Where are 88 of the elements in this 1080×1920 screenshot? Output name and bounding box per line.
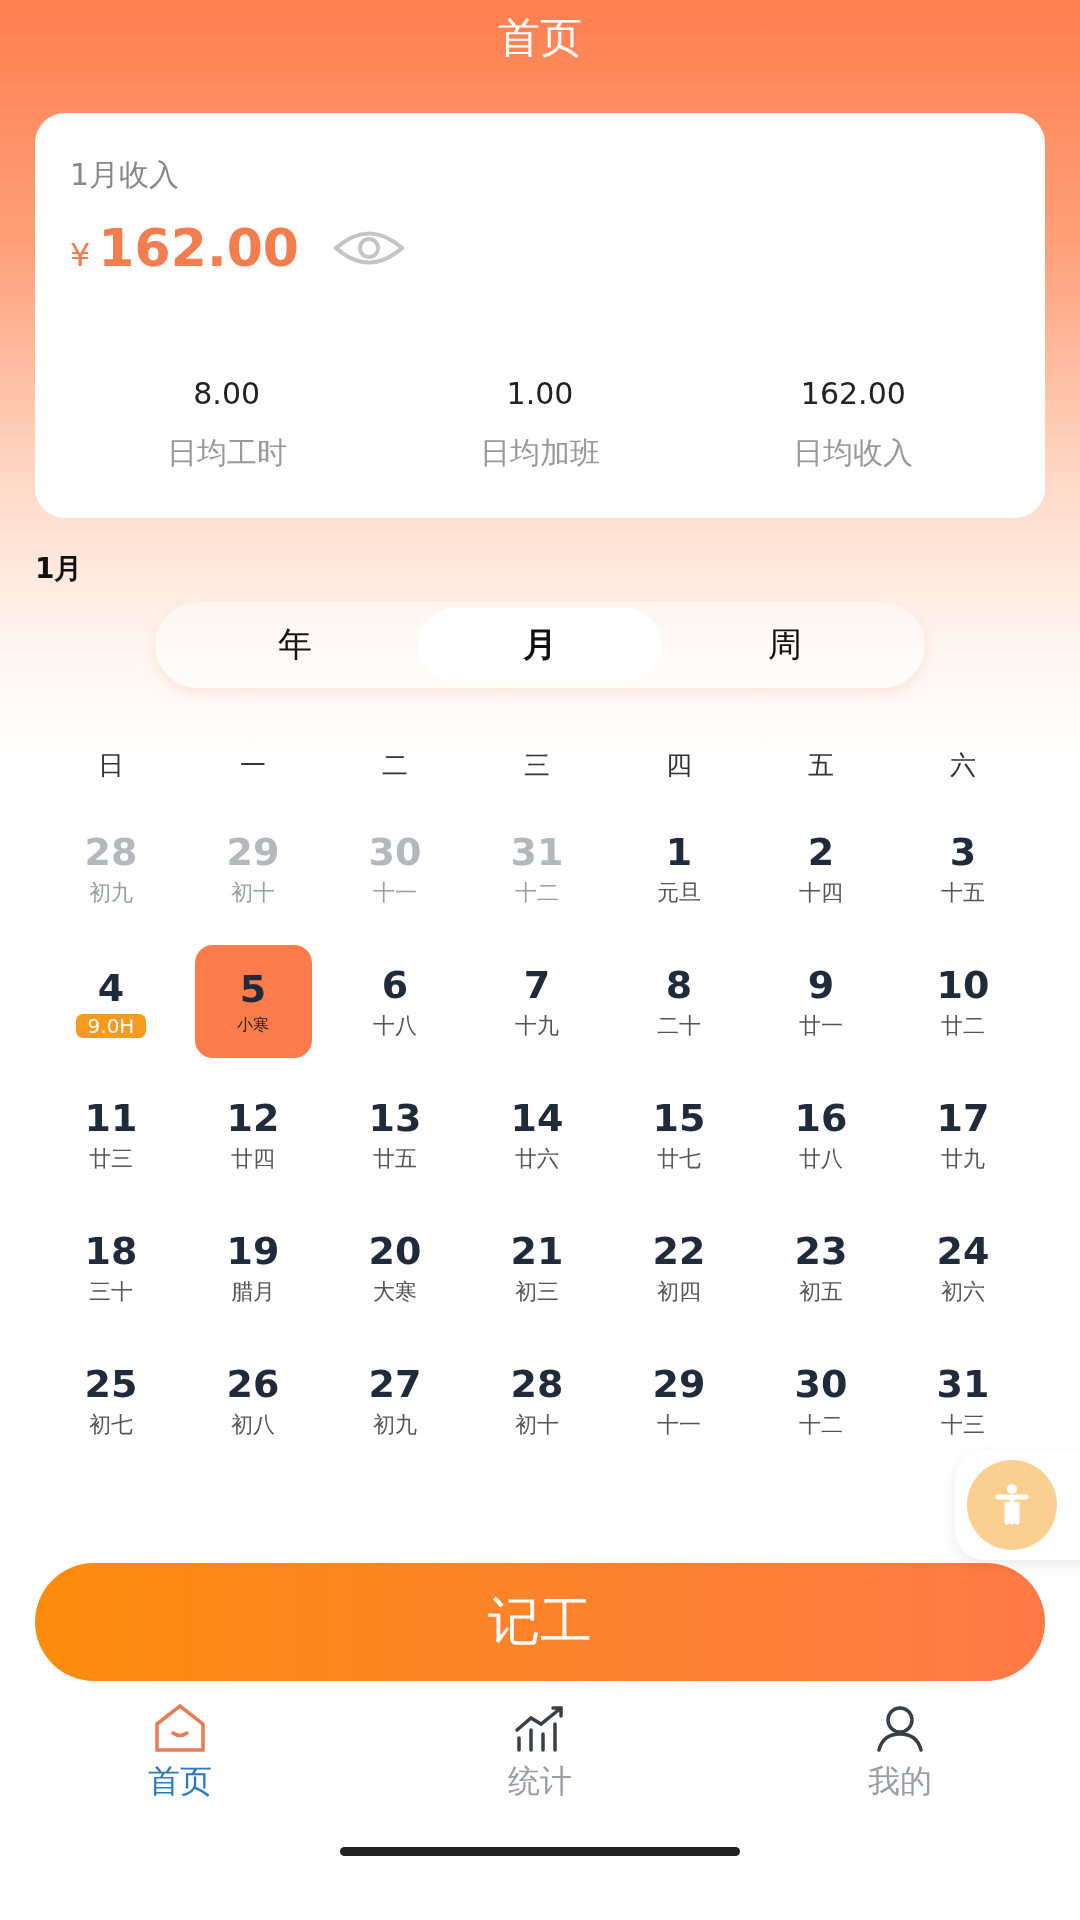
lunar-date: 廿九	[941, 1144, 985, 1173]
calendar-day[interactable]: 25 初七	[84, 1361, 138, 1440]
stat-label: 日均收入	[793, 434, 914, 472]
lunar-date: 十五	[941, 878, 985, 907]
page-title: 首页	[498, 11, 582, 64]
weekday-label: 五	[807, 748, 835, 782]
calendar-day[interactable]: 9 廿一	[799, 962, 843, 1041]
calendar-day[interactable]: 26 初八	[226, 1361, 280, 1440]
income-amount: ¥162.00	[70, 218, 300, 278]
lunar-date: 初六	[941, 1277, 985, 1306]
lunar-date: 三十	[89, 1277, 133, 1306]
weekday-label: 六	[949, 748, 977, 782]
nav-tab[interactable]: 首页	[0, 1701, 360, 1805]
calendar-day[interactable]: 24 初六	[936, 1228, 990, 1307]
calendar-day[interactable]: 27 初九	[368, 1361, 422, 1440]
lunar-date: 初十	[515, 1410, 559, 1439]
calendar-day[interactable]: 4 9.0H	[75, 965, 147, 1038]
lunar-date: 大寒	[373, 1277, 417, 1306]
weekday-label: 四	[665, 748, 693, 782]
lunar-date: 初七	[89, 1410, 133, 1439]
stat-value: 162.00	[800, 376, 906, 411]
stat-value: 1.00	[506, 376, 574, 411]
calendar-day[interactable]: 3 十五	[941, 829, 985, 908]
lunar-date: 二十	[657, 1011, 701, 1040]
calendar-day[interactable]: 28 初十	[510, 1361, 564, 1440]
lunar-date: 廿三	[89, 1144, 133, 1173]
lunar-date: 十一	[657, 1410, 701, 1439]
calendar-day[interactable]: 2 十四	[799, 829, 843, 908]
lunar-date: 廿四	[231, 1144, 275, 1173]
lunar-date: 元旦	[657, 878, 701, 907]
lunar-date: 小寒	[237, 1015, 269, 1036]
lunar-date: 廿二	[941, 1011, 985, 1040]
month-label: 1月	[35, 551, 84, 587]
income-label: 1月收入	[70, 156, 181, 194]
calendar-day[interactable]: 6 十八	[373, 962, 417, 1041]
lunar-date: 初九	[373, 1410, 417, 1439]
view-tab[interactable]: 月	[417, 608, 663, 682]
calendar-day[interactable]: 17 廿九	[936, 1095, 990, 1174]
lunar-date: 初八	[231, 1410, 275, 1439]
view-tab[interactable]: 周	[662, 608, 907, 682]
accessibility-icon[interactable]	[967, 1460, 1057, 1550]
calendar-day[interactable]: 19 腊月	[226, 1228, 280, 1307]
calendar-day[interactable]: 5 小寒	[194, 945, 312, 1058]
lunar-date: 初四	[657, 1277, 701, 1306]
lunar-date: 廿五	[373, 1144, 417, 1173]
lunar-date: 十一	[373, 878, 417, 907]
lunar-date: 十九	[515, 1011, 559, 1040]
weekday-label: 日	[97, 748, 125, 782]
calendar-day[interactable]: 13 廿五	[368, 1095, 422, 1174]
calendar-day[interactable]: 31 十三	[936, 1361, 990, 1440]
calendar-day[interactable]: 15 廿七	[652, 1095, 706, 1174]
lunar-date: 十八	[373, 1011, 417, 1040]
lunar-date: 初五	[799, 1277, 843, 1306]
lunar-date: 初十	[231, 878, 275, 907]
stat-value: 8.00	[193, 376, 261, 411]
lunar-date: 初三	[515, 1277, 559, 1306]
calendar-day[interactable]: 22 初四	[652, 1228, 706, 1307]
lunar-date: 初九	[89, 878, 133, 907]
calendar-day[interactable]: 12 廿四	[226, 1095, 280, 1174]
hours-badge: 9.0H	[75, 1013, 147, 1038]
lunar-date: 廿一	[799, 1011, 843, 1040]
stat-label: 日均加班	[480, 434, 600, 472]
lunar-date: 廿七	[657, 1144, 701, 1173]
lunar-date: 十二	[799, 1410, 843, 1439]
calendar-day[interactable]: 16 廿八	[794, 1095, 848, 1174]
view-tab[interactable]: 年	[173, 608, 418, 682]
calendar-day[interactable]: 1 元旦	[657, 829, 701, 908]
stat-label: 日均工时	[166, 434, 287, 472]
lunar-date: 廿八	[799, 1144, 843, 1173]
calendar-day[interactable]: 7 十九	[515, 962, 559, 1041]
calendar-day[interactable]: 14 廿六	[510, 1095, 564, 1174]
calendar-day[interactable]: 21 初三	[510, 1228, 564, 1307]
calendar-day[interactable]: 29 十一	[652, 1361, 706, 1440]
calendar-day[interactable]: 10 廿二	[936, 962, 990, 1041]
calendar-day[interactable]: 30 十二	[794, 1361, 848, 1440]
calendar-day[interactable]: 18 三十	[84, 1228, 138, 1307]
weekday-label: 三	[523, 748, 551, 782]
weekday-label: 二	[381, 748, 409, 782]
calendar-day[interactable]: 8 二十	[657, 962, 701, 1041]
calendar-day[interactable]: 11 廿三	[84, 1095, 138, 1174]
calendar-day[interactable]: 20 大寒	[368, 1228, 422, 1307]
weekday-label: 一	[239, 748, 267, 782]
lunar-date: 十三	[941, 1410, 985, 1439]
lunar-date: 十四	[799, 878, 843, 907]
calendar-day[interactable]: 23 初五	[794, 1228, 848, 1307]
lunar-date: 腊月	[231, 1277, 275, 1306]
lunar-date: 十二	[515, 878, 559, 907]
lunar-date: 廿六	[515, 1144, 559, 1173]
